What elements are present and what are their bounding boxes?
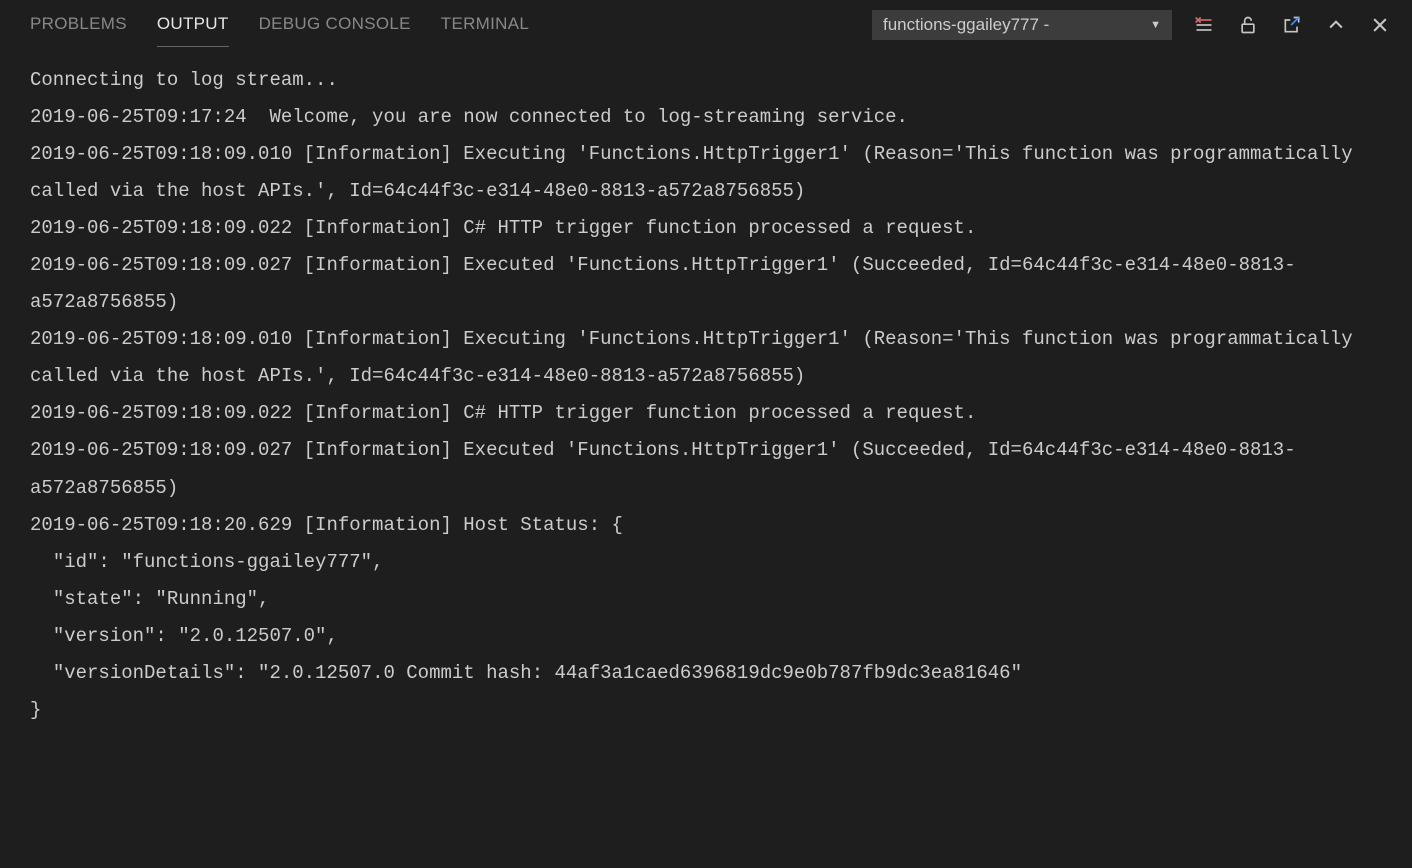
panel-header: PROBLEMS OUTPUT DEBUG CONSOLE TERMINAL f…	[0, 0, 1412, 50]
chevron-up-icon	[1326, 15, 1346, 35]
lock-scroll-button[interactable]	[1236, 13, 1260, 37]
clear-output-button[interactable]	[1192, 13, 1216, 37]
close-panel-button[interactable]	[1368, 13, 1392, 37]
tab-terminal[interactable]: TERMINAL	[441, 2, 529, 47]
close-icon	[1370, 15, 1390, 35]
dropdown-selected-label: functions-ggailey777 -	[883, 15, 1049, 35]
header-actions: functions-ggailey777 - ▼	[872, 10, 1392, 40]
tab-debug-console[interactable]: DEBUG CONSOLE	[259, 2, 411, 47]
unlock-icon	[1238, 15, 1258, 35]
dropdown-arrow-icon: ▼	[1150, 19, 1161, 31]
collapse-panel-button[interactable]	[1324, 13, 1348, 37]
clear-output-icon	[1194, 15, 1214, 35]
open-log-file-button[interactable]	[1280, 13, 1304, 37]
tab-problems[interactable]: PROBLEMS	[30, 2, 127, 47]
tab-output[interactable]: OUTPUT	[157, 2, 229, 47]
output-log-content[interactable]: Connecting to log stream... 2019-06-25T0…	[0, 50, 1412, 868]
panel-tabs: PROBLEMS OUTPUT DEBUG CONSOLE TERMINAL	[30, 2, 872, 47]
output-channel-dropdown[interactable]: functions-ggailey777 - ▼	[872, 10, 1172, 40]
open-file-icon	[1282, 15, 1302, 35]
